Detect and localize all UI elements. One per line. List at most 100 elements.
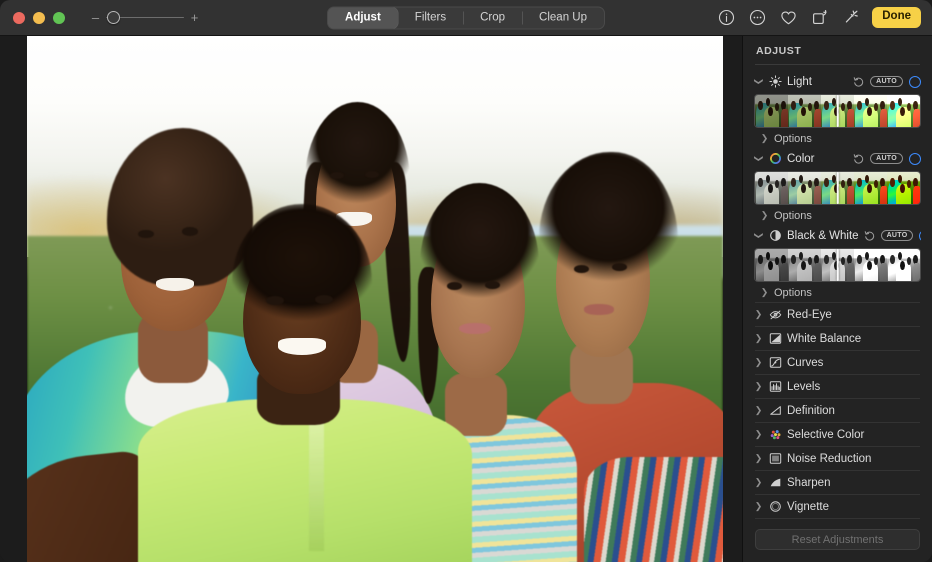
photo-person-1-eye-left	[138, 230, 154, 238]
chevron-down-icon[interactable]: ❯	[754, 77, 763, 86]
light-strip-slider-handle[interactable]	[836, 95, 839, 127]
minimize-window-button[interactable]	[33, 12, 45, 24]
section-white-balance-label: White Balance	[787, 333, 921, 345]
chevron-right-icon[interactable]: ❯	[754, 382, 763, 391]
toggle-light-button[interactable]	[909, 76, 921, 88]
chevron-right-icon[interactable]: ❯	[754, 454, 763, 463]
section-vignette[interactable]: ❯ Vignette	[754, 495, 921, 518]
favorite-heart-icon[interactable]	[779, 9, 797, 27]
adjustments-list[interactable]: ❯ Light	[754, 71, 921, 519]
section-selective-color-label: Selective Color	[787, 429, 921, 441]
definition-triangle-icon	[768, 404, 782, 418]
color-options-row[interactable]: ❯ Options	[754, 206, 921, 225]
chevron-right-icon[interactable]: ❯	[760, 211, 769, 220]
white-balance-icon	[768, 332, 782, 346]
section-color[interactable]: ❯ Colo	[754, 148, 921, 169]
reset-black-and-white-icon[interactable]	[864, 230, 875, 241]
black-and-white-options-row[interactable]: ❯ Options	[754, 283, 921, 302]
reset-adjustments-button[interactable]: Reset Adjustments	[755, 529, 920, 550]
edit-mode-tabs: Adjust Filters Crop Clean Up	[327, 6, 605, 29]
more-options-icon[interactable]	[748, 9, 766, 27]
section-sharpen-label: Sharpen	[787, 477, 921, 489]
chevron-right-icon[interactable]: ❯	[754, 478, 763, 487]
photo-frame[interactable]	[27, 36, 723, 562]
color-strip-slider-handle[interactable]	[836, 172, 839, 204]
done-button[interactable]: Done	[872, 7, 921, 28]
traffic-light-group	[0, 12, 65, 24]
chevron-right-icon[interactable]: ❯	[760, 134, 769, 143]
photo-person-4-eye-left	[447, 282, 462, 290]
black-and-white-thumbnail-strip[interactable]	[754, 248, 921, 282]
auto-black-and-white-button[interactable]: AUTO	[881, 230, 914, 242]
levels-icon	[768, 380, 782, 394]
light-thumbnail-strip[interactable]	[754, 94, 921, 128]
chevron-right-icon[interactable]: ❯	[754, 358, 763, 367]
toggle-color-button[interactable]	[909, 153, 921, 165]
chevron-down-icon[interactable]: ❯	[754, 154, 763, 163]
auto-light-button[interactable]: AUTO	[870, 76, 903, 88]
auto-enhance-wand-icon[interactable]	[841, 9, 859, 27]
light-options-row[interactable]: ❯ Options	[754, 129, 921, 148]
light-options-label: Options	[774, 133, 812, 145]
photo-person-1-smile	[156, 278, 194, 291]
section-sharpen[interactable]: ❯ Sharpen	[754, 471, 921, 494]
reset-color-icon[interactable]	[853, 153, 864, 164]
chevron-right-icon[interactable]: ❯	[754, 310, 763, 319]
photo-person-3-eye-right	[315, 295, 332, 304]
tab-clean-up[interactable]: Clean Up	[522, 7, 604, 28]
close-window-button[interactable]	[13, 12, 25, 24]
section-selective-color[interactable]: ❯ Selective Color	[754, 423, 921, 446]
chevron-right-icon[interactable]: ❯	[760, 288, 769, 297]
chevron-right-icon[interactable]: ❯	[754, 334, 763, 343]
section-light-actions: AUTO	[853, 76, 921, 88]
section-curves[interactable]: ❯ Curves	[754, 351, 921, 374]
toggle-black-and-white-button[interactable]	[919, 230, 921, 242]
reset-light-icon[interactable]	[853, 76, 864, 87]
chevron-right-icon[interactable]: ❯	[754, 430, 763, 439]
black-and-white-strip-slider-handle[interactable]	[836, 249, 839, 281]
eye-slash-icon	[768, 308, 782, 322]
section-definition-label: Definition	[787, 405, 921, 417]
photo-person-5-striped-sleeve	[584, 457, 723, 562]
chevron-right-icon[interactable]: ❯	[754, 406, 763, 415]
zoom-slider-thumb[interactable]	[107, 11, 120, 24]
tab-filters[interactable]: Filters	[398, 7, 463, 28]
section-black-and-white[interactable]: ❯ Black & White	[754, 225, 921, 246]
section-black-and-white-actions: AUTO	[864, 230, 921, 242]
color-thumbnail-strip[interactable]	[754, 171, 921, 205]
adjust-sidebar: ADJUST ❯ Light	[742, 36, 932, 562]
photo-person-4-neck	[445, 373, 508, 436]
photos-edit-window: – + Adjust Filters Crop Clean Up	[0, 0, 932, 562]
zoom-slider-track[interactable]	[106, 11, 184, 25]
sun-icon	[768, 75, 782, 89]
chevron-right-icon[interactable]: ❯	[754, 502, 763, 511]
section-definition[interactable]: ❯ Definition	[754, 399, 921, 422]
zoom-slider-control[interactable]: – +	[91, 11, 199, 25]
tab-adjust[interactable]: Adjust	[328, 7, 398, 28]
maximize-window-button[interactable]	[53, 12, 65, 24]
zoom-out-icon[interactable]: –	[91, 11, 100, 24]
info-icon[interactable]	[717, 9, 735, 27]
color-wheel-icon	[768, 152, 782, 166]
zoom-in-icon[interactable]: +	[190, 11, 199, 24]
photo-canvas[interactable]	[0, 36, 742, 562]
section-light[interactable]: ❯ Light	[754, 71, 921, 92]
editor-body: ADJUST ❯ Light	[0, 36, 932, 562]
color-options-label: Options	[774, 210, 812, 222]
section-levels-label: Levels	[787, 381, 921, 393]
photo-person-4-eye-right	[485, 281, 500, 289]
chevron-down-icon[interactable]: ❯	[754, 231, 763, 240]
sidebar-title-divider	[755, 64, 920, 65]
edited-photo	[27, 36, 723, 562]
section-red-eye[interactable]: ❯ Red-Eye	[754, 303, 921, 326]
rotate-icon[interactable]	[810, 9, 828, 27]
photo-person-5-eye-right	[612, 263, 627, 271]
photo-person-4-lips	[459, 323, 491, 335]
auto-color-button[interactable]: AUTO	[870, 153, 903, 165]
tab-crop[interactable]: Crop	[463, 7, 522, 28]
section-noise-reduction[interactable]: ❯ Noise Reduction	[754, 447, 921, 470]
photo-person-5-lips	[584, 304, 615, 315]
section-white-balance[interactable]: ❯ White Balance	[754, 327, 921, 350]
section-levels[interactable]: ❯ Levels	[754, 375, 921, 398]
half-circle-icon	[768, 229, 782, 243]
